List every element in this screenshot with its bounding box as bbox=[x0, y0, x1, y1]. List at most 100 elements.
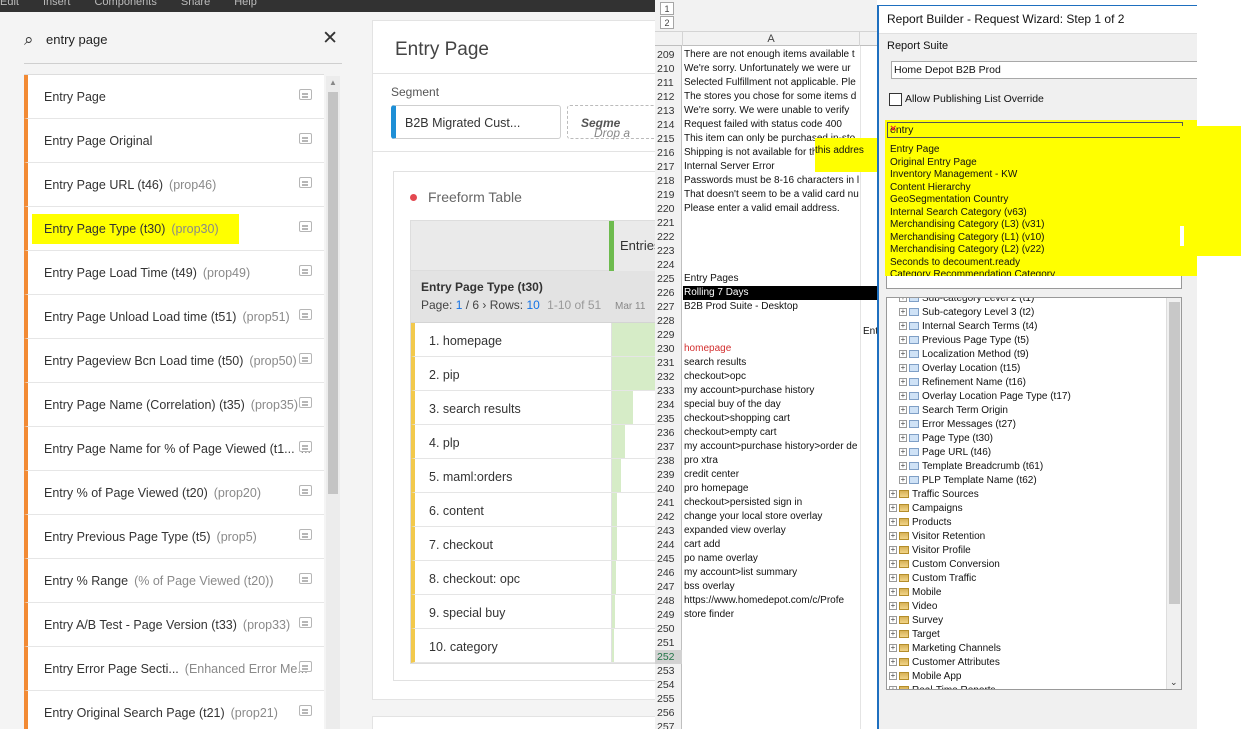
cell[interactable]: expanded view overlay bbox=[684, 524, 860, 538]
cell[interactable]: Entry Pages bbox=[684, 272, 860, 286]
row-number[interactable]: 209 bbox=[655, 48, 682, 62]
component-info-icon[interactable] bbox=[299, 573, 312, 584]
report-suite-select[interactable]: Home Depot B2B Prod bbox=[891, 61, 1197, 79]
cell[interactable]: homepage bbox=[684, 342, 860, 356]
row-number[interactable]: 232 bbox=[655, 370, 682, 384]
row-number[interactable]: 227 bbox=[655, 300, 682, 314]
expand-icon[interactable]: + bbox=[889, 546, 897, 555]
table-row[interactable]: 2. pip bbox=[411, 357, 655, 391]
cell[interactable]: checkout>empty cart bbox=[684, 426, 860, 440]
component-item[interactable]: Entry A/B Test - Page Version (t33) (prop… bbox=[24, 603, 324, 647]
component-item[interactable]: Entry Page Original bbox=[24, 119, 324, 163]
expand-icon[interactable]: + bbox=[899, 364, 907, 373]
row-number[interactable]: 223 bbox=[655, 244, 682, 258]
tree-dimension[interactable]: + Internal Search Terms (t4) bbox=[899, 320, 1037, 334]
component-item[interactable]: Entry Page Unload Load time (t51) (prop51… bbox=[24, 295, 324, 339]
component-item[interactable]: Entry Page Name (Correlation) (t35) (prop… bbox=[24, 383, 324, 427]
row-number[interactable]: 252 bbox=[655, 650, 682, 664]
dropdown-option[interactable]: Merchandising Category (L3) (v31) bbox=[890, 219, 1045, 231]
expand-icon[interactable]: + bbox=[899, 392, 907, 401]
row-number[interactable]: 217 bbox=[655, 160, 682, 174]
row-number[interactable]: 213 bbox=[655, 104, 682, 118]
freeform-table-title[interactable]: Freeform Table bbox=[428, 189, 522, 205]
row-number[interactable]: 235 bbox=[655, 412, 682, 426]
tree-dimension[interactable]: + Previous Page Type (t5) bbox=[899, 334, 1029, 348]
row-number[interactable]: 226 bbox=[655, 286, 682, 300]
expand-icon[interactable]: + bbox=[889, 518, 897, 527]
row-number[interactable]: 249 bbox=[655, 608, 682, 622]
expand-icon[interactable]: + bbox=[899, 434, 907, 443]
row-number[interactable]: 234 bbox=[655, 398, 682, 412]
component-item[interactable]: Entry Error Page Secti... (Enhanced Error… bbox=[24, 647, 324, 691]
component-item[interactable]: Entry Previous Page Type (t5) (prop5) bbox=[24, 515, 324, 559]
component-search[interactable]: ⌕ entry page ✕ bbox=[24, 26, 342, 64]
tree-scroll-thumb[interactable] bbox=[1169, 302, 1180, 604]
allow-override-checkbox[interactable] bbox=[889, 93, 902, 106]
expand-icon[interactable]: + bbox=[899, 308, 907, 317]
row-number[interactable]: 240 bbox=[655, 482, 682, 496]
expand-icon[interactable]: + bbox=[889, 644, 897, 653]
cell[interactable]: store finder bbox=[684, 608, 860, 622]
component-info-icon[interactable] bbox=[299, 617, 312, 628]
expand-icon[interactable]: + bbox=[899, 378, 907, 387]
cell[interactable]: pro homepage bbox=[684, 482, 860, 496]
cell[interactable]: search results bbox=[684, 356, 860, 370]
cell-b229[interactable]: Ent bbox=[863, 326, 877, 337]
tree-folder[interactable]: + Visitor Retention bbox=[889, 530, 985, 544]
table-row[interactable]: 6. content bbox=[411, 493, 655, 527]
menu-item[interactable]: Insert bbox=[43, 0, 71, 8]
expand-icon[interactable]: + bbox=[899, 336, 907, 345]
tree-folder[interactable]: + Marketing Channels bbox=[889, 642, 1001, 656]
row-number[interactable]: 212 bbox=[655, 90, 682, 104]
cell[interactable]: my account>purchase history bbox=[684, 384, 860, 398]
component-list-scrollbar[interactable]: ▲ bbox=[326, 76, 340, 729]
expand-icon[interactable]: + bbox=[889, 532, 897, 541]
table-row[interactable]: 7. checkout bbox=[411, 527, 655, 561]
row-number[interactable]: 246 bbox=[655, 566, 682, 580]
row-number[interactable]: 233 bbox=[655, 384, 682, 398]
tree-dimension[interactable]: + Overlay Location (t15) bbox=[899, 362, 1020, 376]
row-number[interactable]: 221 bbox=[655, 216, 682, 230]
row-number[interactable]: 241 bbox=[655, 496, 682, 510]
row-number[interactable]: 214 bbox=[655, 118, 682, 132]
tree-dimension[interactable]: + Template Breadcrumb (t61) bbox=[899, 460, 1043, 474]
cell[interactable]: po name overlay bbox=[684, 552, 860, 566]
row-number[interactable]: 242 bbox=[655, 510, 682, 524]
cell[interactable]: checkout>shopping cart bbox=[684, 412, 860, 426]
expand-icon[interactable]: + bbox=[889, 574, 897, 583]
table-row[interactable]: 4. plp bbox=[411, 425, 655, 459]
row-number[interactable]: 257 bbox=[655, 720, 682, 729]
component-info-icon[interactable] bbox=[299, 89, 312, 100]
expand-icon[interactable]: + bbox=[889, 602, 897, 611]
expand-icon[interactable]: + bbox=[889, 504, 897, 513]
dropdown-option[interactable]: Merchandising Category (L2) (v22) bbox=[890, 244, 1045, 256]
component-item[interactable]: Entry Original Search Page (t21) (prop21) bbox=[24, 691, 324, 729]
row-number[interactable]: 218 bbox=[655, 174, 682, 188]
dropdown-option[interactable]: GeoSegmentation Country bbox=[890, 194, 1008, 206]
expand-icon[interactable]: + bbox=[899, 462, 907, 471]
row-number[interactable]: 254 bbox=[655, 678, 682, 692]
search-input[interactable]: entry page bbox=[46, 32, 107, 47]
row-number[interactable]: 224 bbox=[655, 258, 682, 272]
component-info-icon[interactable] bbox=[299, 529, 312, 540]
next-page-icon[interactable]: › bbox=[482, 298, 486, 312]
row-number[interactable]: 211 bbox=[655, 76, 682, 90]
expand-icon[interactable]: + bbox=[899, 420, 907, 429]
cell[interactable]: We're sorry. Unfortunately we were ur bbox=[684, 62, 860, 76]
component-item[interactable]: Entry Page URL (t46) (prop46) bbox=[24, 163, 324, 207]
table-row[interactable]: 8. checkout: opc bbox=[411, 561, 655, 595]
cell[interactable]: bss overlay bbox=[684, 580, 860, 594]
dropdown-option[interactable]: Entry Page bbox=[890, 144, 939, 156]
component-info-icon[interactable] bbox=[299, 133, 312, 144]
row-number[interactable]: 229 bbox=[655, 328, 682, 342]
row-number[interactable]: 255 bbox=[655, 692, 682, 706]
row-number[interactable]: 238 bbox=[655, 454, 682, 468]
component-info-icon[interactable] bbox=[299, 309, 312, 320]
rows-select[interactable]: 10 bbox=[526, 298, 539, 312]
tree-dimension[interactable]: + Localization Method (t9) bbox=[899, 348, 1029, 362]
component-info-icon[interactable] bbox=[299, 177, 312, 188]
dropdown-option[interactable]: Inventory Management - KW bbox=[890, 169, 1017, 181]
tree-dimension[interactable]: + Page URL (t46) bbox=[899, 446, 991, 460]
row-number[interactable]: 236 bbox=[655, 426, 682, 440]
row-number[interactable]: 225 bbox=[655, 272, 682, 286]
